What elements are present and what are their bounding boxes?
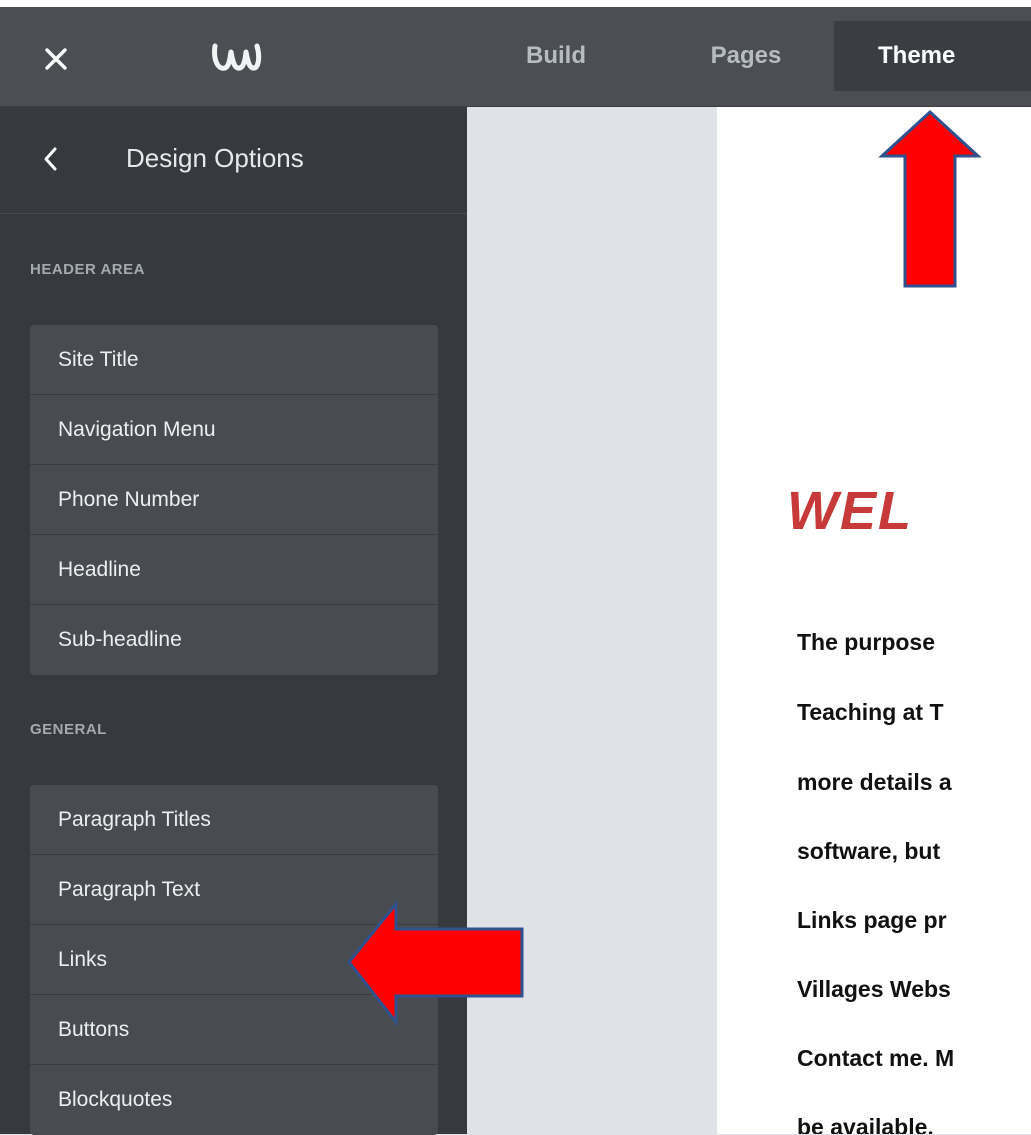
design-options-sidebar: Design Options HEADER AREA Site Title Na… bbox=[0, 107, 467, 1135]
close-icon bbox=[45, 48, 67, 70]
header-area-options: Site Title Navigation Menu Phone Number … bbox=[30, 325, 438, 675]
welcome-heading: WEL bbox=[787, 481, 913, 541]
paragraph-line: Contact me. M bbox=[797, 1045, 955, 1071]
section-label-general: GENERAL bbox=[30, 721, 107, 738]
back-button[interactable] bbox=[30, 137, 70, 181]
paragraph-line: Teaching at T bbox=[797, 699, 944, 725]
editor-top-bar: Build Pages Theme bbox=[0, 0, 1031, 107]
option-links[interactable]: Links bbox=[30, 925, 438, 995]
tab-pages[interactable]: Pages bbox=[676, 21, 816, 91]
paragraph-line: Villages Webs bbox=[797, 976, 951, 1002]
option-paragraph-text[interactable]: Paragraph Text bbox=[30, 855, 438, 925]
paragraph-line: be available. bbox=[797, 1114, 934, 1134]
option-phone-number[interactable]: Phone Number bbox=[30, 465, 438, 535]
close-editor-button[interactable] bbox=[38, 41, 74, 77]
weebly-logo[interactable] bbox=[206, 37, 266, 77]
paragraph-line: The purpose bbox=[797, 629, 936, 655]
option-sub-headline[interactable]: Sub-headline bbox=[30, 605, 438, 675]
general-options: Paragraph Titles Paragraph Text Links Bu… bbox=[30, 785, 438, 1135]
option-headline[interactable]: Headline bbox=[30, 535, 438, 605]
tab-build[interactable]: Build bbox=[496, 21, 616, 91]
paragraph-line: software, but bbox=[797, 838, 941, 864]
section-label-header-area: HEADER AREA bbox=[30, 261, 145, 278]
sidebar-header: Design Options bbox=[0, 107, 467, 214]
option-navigation-menu[interactable]: Navigation Menu bbox=[30, 395, 438, 465]
option-paragraph-titles[interactable]: Paragraph Titles bbox=[30, 785, 438, 855]
paragraph-line: Links page pr bbox=[797, 907, 947, 933]
option-site-title[interactable]: Site Title bbox=[30, 325, 438, 395]
option-buttons[interactable]: Buttons bbox=[30, 995, 438, 1065]
site-preview[interactable]: WEL The purpose Teaching at T more detai… bbox=[717, 107, 1031, 1134]
paragraph-line: more details a bbox=[797, 769, 952, 795]
tab-theme[interactable]: Theme bbox=[834, 21, 1031, 91]
option-blockquotes[interactable]: Blockquotes bbox=[30, 1065, 438, 1135]
editor-canvas-background bbox=[467, 107, 717, 1134]
chevron-left-icon bbox=[44, 147, 57, 171]
weebly-logo-icon bbox=[212, 43, 262, 71]
sidebar-title: Design Options bbox=[126, 143, 304, 173]
